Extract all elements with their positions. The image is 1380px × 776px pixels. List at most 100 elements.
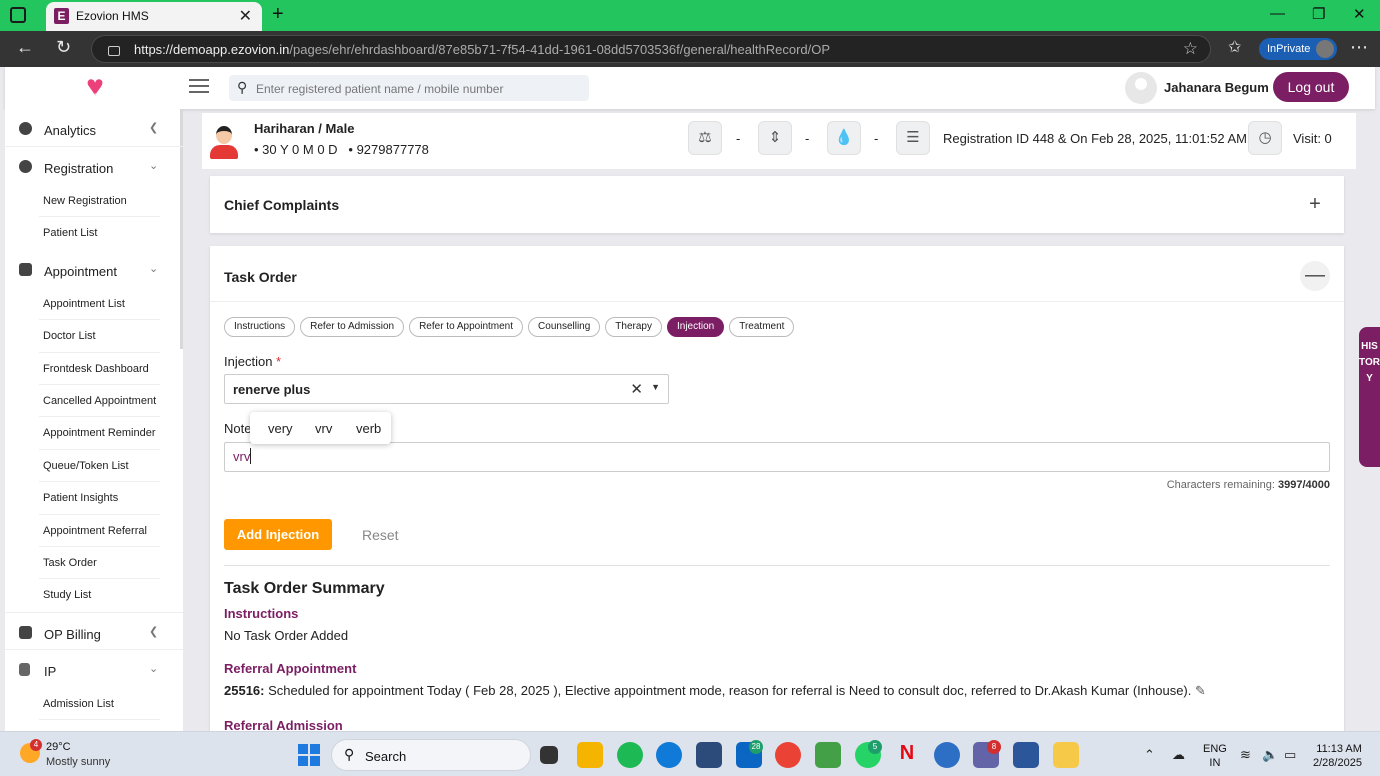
refresh-icon[interactable]: ↻ (56, 37, 71, 58)
chevron-left-icon: ❮ (149, 122, 159, 134)
pill-instructions[interactable]: Instructions (224, 317, 296, 337)
battery-icon[interactable]: ▭ (1284, 747, 1296, 763)
logout-button[interactable]: Log out (1273, 72, 1349, 102)
registration-document-icon[interactable]: ☰ (896, 121, 930, 155)
suggestion-item[interactable]: verb (356, 421, 381, 436)
patient-search-input[interactable]: ⚲ Enter registered patient name / mobile… (229, 75, 589, 101)
sidebar-subitem[interactable]: Doctor List (39, 320, 160, 353)
system-clock[interactable]: 11:13 AM 2/28/2025 (1313, 742, 1362, 770)
url-field[interactable]: https://demoapp.ezovion.in/pages/ehr/ehr… (91, 35, 1211, 63)
pill-counselling[interactable]: Counselling (528, 317, 601, 337)
search-icon: ⚲ (344, 746, 355, 762)
close-window-icon[interactable]: ✕ (1353, 5, 1366, 23)
chevron-down-icon[interactable]: ▼ (651, 382, 660, 392)
sidebar: Analytics ❮ Registration ⌄ New Registrat… (5, 109, 183, 731)
text-caret (250, 448, 251, 464)
weather-condition[interactable]: Mostly sunny (46, 756, 110, 768)
sidebar-subitem[interactable]: Appointment Reminder (39, 417, 160, 450)
suggestion-item[interactable]: vrv (315, 421, 332, 436)
sheets-icon[interactable] (815, 742, 841, 768)
more-menu-icon[interactable]: ⋯ (1350, 37, 1368, 58)
edit-pencil-icon[interactable]: ✎ (1195, 683, 1206, 698)
windows-start-icon[interactable] (298, 744, 320, 766)
patient-name: Hariharan / Male (254, 121, 355, 136)
file-explorer-icon[interactable] (577, 742, 603, 768)
pill-refer-admission[interactable]: Refer to Admission (300, 317, 405, 337)
weather-temperature[interactable]: 29°C (46, 741, 71, 753)
pill-injection[interactable]: Injection (666, 317, 725, 337)
sidebar-subitem[interactable]: Task Order (39, 547, 160, 580)
sidebar-subitem[interactable]: Patient List (39, 217, 160, 249)
suggestion-item[interactable]: very (268, 421, 293, 436)
instructions-heading: Instructions (224, 606, 299, 621)
app-icon[interactable] (1053, 742, 1079, 768)
volume-icon[interactable]: 🔈 (1262, 747, 1278, 763)
app-icon[interactable] (696, 742, 722, 768)
sidebar-item-op-billing[interactable]: OP Billing ❮ (5, 611, 183, 650)
tab-title: Ezovion HMS (76, 9, 149, 23)
clear-icon[interactable]: ✕ (630, 380, 643, 398)
spotify-icon[interactable] (617, 742, 643, 768)
close-tab-icon[interactable]: ✕ (239, 6, 252, 26)
collapse-minus-icon[interactable]: — (1300, 261, 1330, 291)
back-icon[interactable]: ← (16, 37, 34, 58)
taskbar-search[interactable]: ⚲ Search (331, 739, 531, 771)
favorite-star-icon[interactable]: ☆ (1183, 39, 1198, 59)
tab-actions-icon[interactable] (10, 7, 26, 23)
favorites-icon[interactable]: ✩ (1228, 37, 1241, 57)
height-value: - (805, 131, 810, 146)
visit-history-icon[interactable]: ◷ (1248, 121, 1282, 155)
netflix-icon[interactable]: N (894, 742, 920, 768)
sidebar-subitem[interactable]: New Registration (39, 185, 160, 218)
expand-plus-icon[interactable]: + (1300, 190, 1330, 220)
sidebar-subitem[interactable]: Study List (39, 579, 160, 611)
inprivate-badge[interactable]: InPrivate (1259, 38, 1337, 60)
browser-tab[interactable]: E Ezovion HMS ✕ (46, 2, 262, 31)
height-icon[interactable]: ⇕ (758, 121, 792, 155)
menu-toggle-icon[interactable] (189, 79, 209, 95)
weight-scale-icon[interactable]: ⚖ (688, 121, 722, 155)
sidebar-subitem[interactable]: Queue/Token List (39, 450, 160, 483)
app-icon[interactable] (934, 742, 960, 768)
history-side-tab[interactable]: HISTORY (1359, 327, 1380, 467)
pill-therapy[interactable]: Therapy (605, 317, 662, 337)
sidebar-item-appointment[interactable]: Appointment ⌄ (5, 250, 183, 288)
sidebar-item-registration[interactable]: Registration ⌄ (5, 147, 183, 185)
sidebar-subitem-label: Appointment Referral (43, 524, 147, 537)
new-tab-icon[interactable]: + (272, 3, 284, 26)
sidebar-item-analytics[interactable]: Analytics ❮ (5, 109, 183, 147)
sidebar-subitem[interactable]: Cancelled Appointment (39, 385, 160, 418)
chrome-icon[interactable] (775, 742, 801, 768)
pill-treatment[interactable]: Treatment (729, 317, 795, 337)
wifi-icon[interactable]: ≋ (1240, 747, 1251, 763)
app-header: ♥ laha ⚲ Enter registered patient name / … (5, 67, 1375, 109)
weather-badge: 4 (30, 739, 42, 751)
language-indicator[interactable]: ENG IN (1203, 742, 1227, 770)
reset-button[interactable]: Reset (362, 527, 399, 543)
brand-logo[interactable]: ♥ laha (79, 72, 111, 102)
chevron-up-icon[interactable]: ⌃ (1144, 747, 1155, 763)
sidebar-subitem[interactable]: Frontdesk Dashboard (39, 353, 160, 385)
user-avatar[interactable] (1125, 72, 1157, 104)
add-injection-button[interactable]: Add Injection (224, 519, 332, 550)
sidebar-subitem[interactable]: Appointment Referral (39, 515, 160, 547)
sidebar-subitem[interactable]: Patient Insights (39, 482, 160, 515)
blood-drop-icon[interactable]: 💧 (827, 121, 861, 155)
note-textarea[interactable]: vrv (224, 442, 1330, 472)
edge-browser-icon[interactable] (656, 742, 682, 768)
network-icon[interactable]: ☁ (1172, 747, 1185, 763)
word-icon[interactable] (1013, 742, 1039, 768)
injection-select[interactable]: renerve plus ✕ ▼ (224, 374, 669, 404)
chevron-down-icon: ⌄ (149, 160, 159, 172)
pill-refer-appointment[interactable]: Refer to Appointment (409, 317, 524, 337)
sidebar-item-ip[interactable]: IP ⌄ (5, 650, 183, 688)
restore-icon[interactable]: ❐ (1312, 5, 1325, 23)
teams-badge: 8 (987, 740, 1001, 754)
task-view-icon[interactable] (540, 746, 558, 764)
minimize-icon[interactable]: — (1270, 5, 1285, 22)
patient-avatar-icon (208, 125, 240, 161)
sidebar-label: IP (44, 663, 57, 679)
sidebar-subitem[interactable]: Admission List (39, 688, 160, 721)
sidebar-subitem-label: Doctor List (43, 330, 96, 343)
sidebar-subitem[interactable]: Appointment List (39, 288, 160, 321)
